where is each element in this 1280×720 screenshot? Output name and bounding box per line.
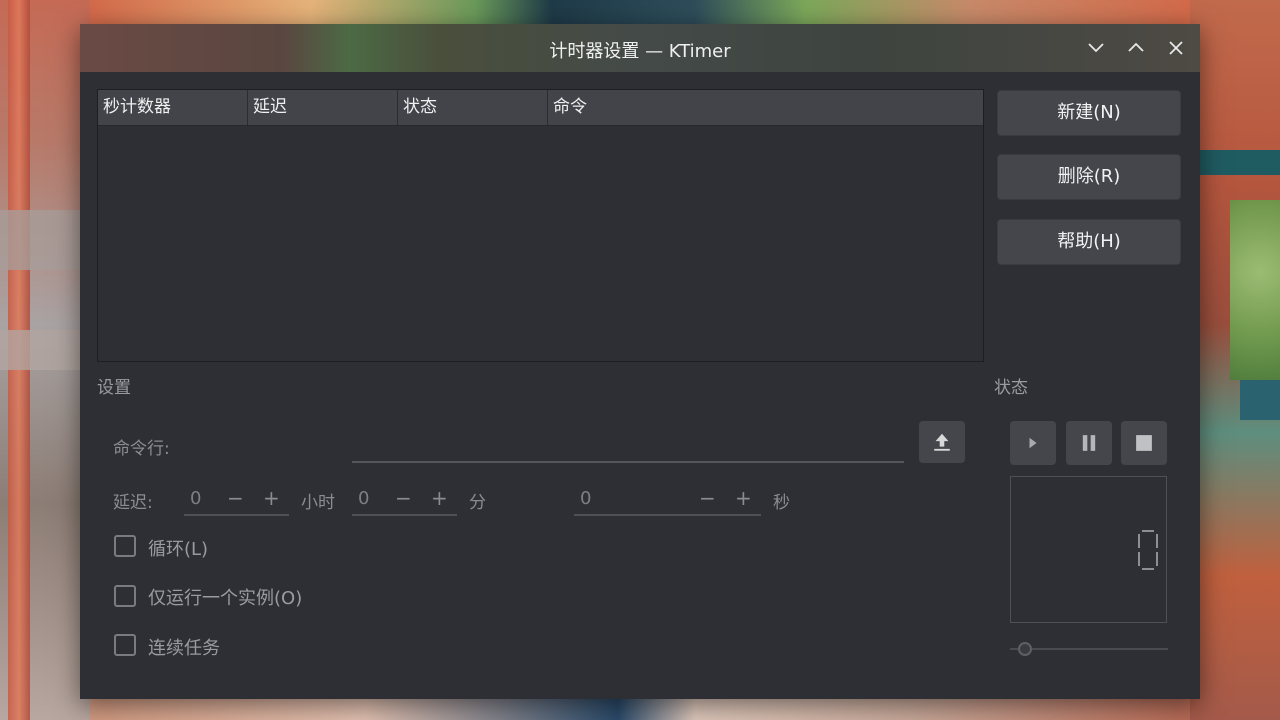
loop-checkbox[interactable] [114,535,136,557]
pause-button[interactable] [1066,421,1112,465]
column-header-delay[interactable]: 延迟 [248,90,398,125]
seconds-spinbox[interactable]: 0 − + [574,486,761,516]
delete-button[interactable]: 删除(R) [997,154,1181,200]
pause-icon [1082,435,1096,451]
upload-icon [934,433,950,451]
table-header: 秒计数器 延迟 状态 命令 [98,90,983,126]
minutes-value: 0 [358,488,370,509]
command-line-input[interactable] [352,461,904,463]
hours-spinbox[interactable]: 0 − + [184,486,289,516]
single-instance-checkbox-label[interactable]: 仅运行一个实例(O) [148,584,302,610]
wallpaper-left [0,0,90,720]
column-header-state[interactable]: 状态 [398,90,548,125]
chevron-up-icon [1128,42,1144,52]
wallpaper-top [90,0,1190,24]
wallpaper-roof [1190,150,1280,175]
hours-decrement-button[interactable]: − [227,486,244,510]
consecutive-checkbox[interactable] [114,634,136,656]
seconds-value: 0 [580,488,592,509]
help-button[interactable]: 帮助(H) [997,219,1181,265]
play-icon [1029,437,1037,449]
stop-button[interactable] [1121,421,1167,465]
wallpaper-beam [0,210,90,270]
loop-checkbox-label[interactable]: 循环(L) [148,535,208,561]
minutes-unit-label: 分 [469,493,486,513]
timer-job-table[interactable]: 秒计数器 延迟 状态 命令 [97,89,984,362]
new-button[interactable]: 新建(N) [997,90,1181,136]
start-button[interactable] [1010,421,1056,465]
hours-increment-button[interactable]: + [263,486,280,510]
single-instance-checkbox[interactable] [114,585,136,607]
progress-slider-track [1010,648,1168,650]
stop-icon [1136,435,1152,451]
wallpaper-beam [0,330,90,370]
consecutive-checkbox-label[interactable]: 连续任务 [148,634,220,660]
delay-label: 延迟: [113,493,153,513]
settings-group-label: 设置 [97,378,131,398]
minutes-increment-button[interactable]: + [431,486,448,510]
wallpaper-foliage [1230,200,1280,380]
minutes-spinbox[interactable]: 0 − + [352,486,457,516]
minimize-button[interactable] [1082,34,1110,62]
minutes-decrement-button[interactable]: − [395,486,412,510]
hours-value: 0 [190,488,202,509]
close-button[interactable] [1162,34,1190,62]
title-bar[interactable]: 计时器设置 — KTimer [80,24,1200,72]
seconds-unit-label: 秒 [773,493,790,513]
status-group-label: 状态 [994,378,1028,398]
window-title: 计时器设置 — KTimer [549,41,731,62]
column-header-command[interactable]: 命令 [548,90,983,125]
ktimer-settings-window: 计时器设置 — KTimer 秒计数器 延迟 状态 命令 新建(N) 删除(R)… [80,24,1200,699]
seconds-decrement-button[interactable]: − [699,486,716,510]
chevron-down-icon [1088,43,1104,53]
close-icon [1169,41,1183,55]
maximize-button[interactable] [1122,34,1150,62]
column-header-seconds-counter[interactable]: 秒计数器 [98,90,248,125]
hours-unit-label: 小时 [301,493,335,513]
browse-command-button[interactable] [919,421,965,463]
progress-slider-handle[interactable] [1018,642,1032,656]
wallpaper-right [1190,0,1280,720]
lcd-digit [1138,530,1158,570]
wallpaper-roof [1240,380,1280,420]
wallpaper-bottom [90,698,1190,720]
seconds-increment-button[interactable]: + [735,486,752,510]
command-line-label: 命令行: [113,439,170,459]
countdown-lcd-display [1010,476,1167,623]
